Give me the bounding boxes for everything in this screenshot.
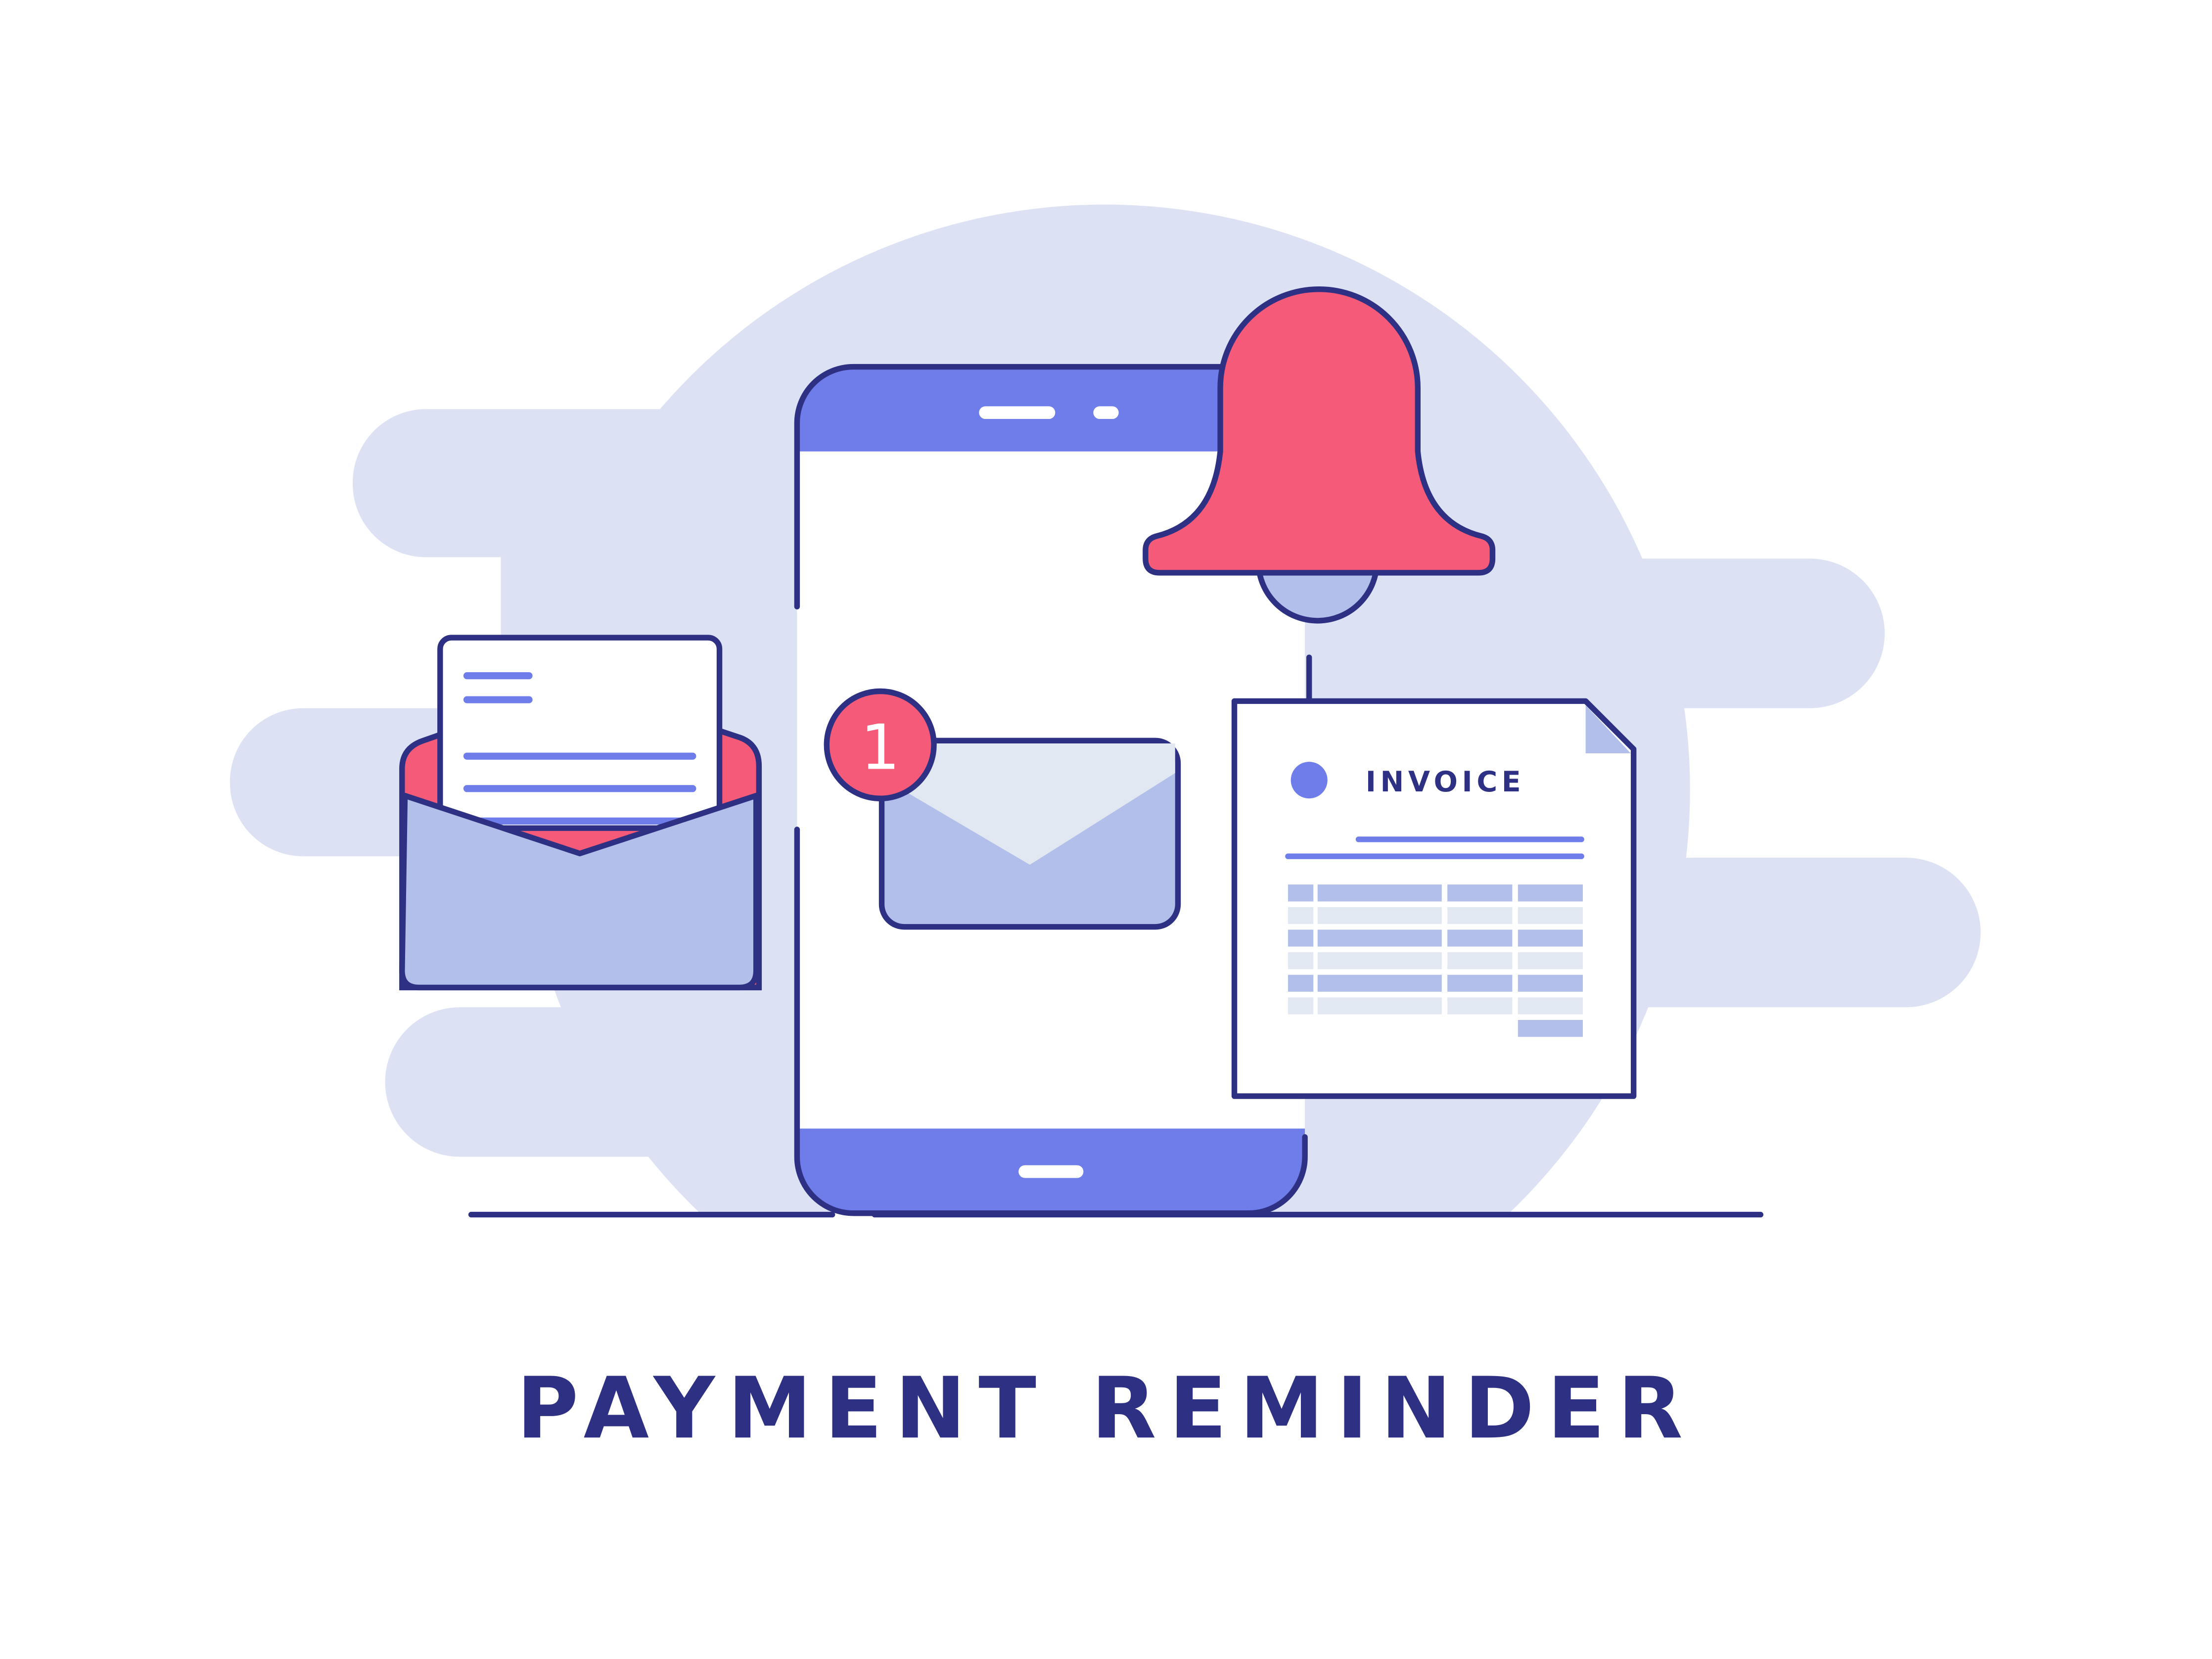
open-envelope-icon: [399, 635, 762, 991]
page-title: PAYMENT REMINDER: [516, 1359, 1695, 1458]
notification-badge: 1: [824, 688, 937, 801]
invoice-table: [1288, 884, 1583, 1037]
camera-dot: [1093, 406, 1119, 419]
home-button: [1018, 1165, 1084, 1178]
speaker-slot: [979, 406, 1056, 419]
invoice-title: INVOICE: [1366, 766, 1525, 798]
invoice-document: INVOICE: [1231, 698, 1637, 1099]
payment-reminder-illustration: 1 INVOICE PAYMENT REMINDER: [230, 204, 1981, 1458]
badge-count: 1: [861, 711, 900, 783]
